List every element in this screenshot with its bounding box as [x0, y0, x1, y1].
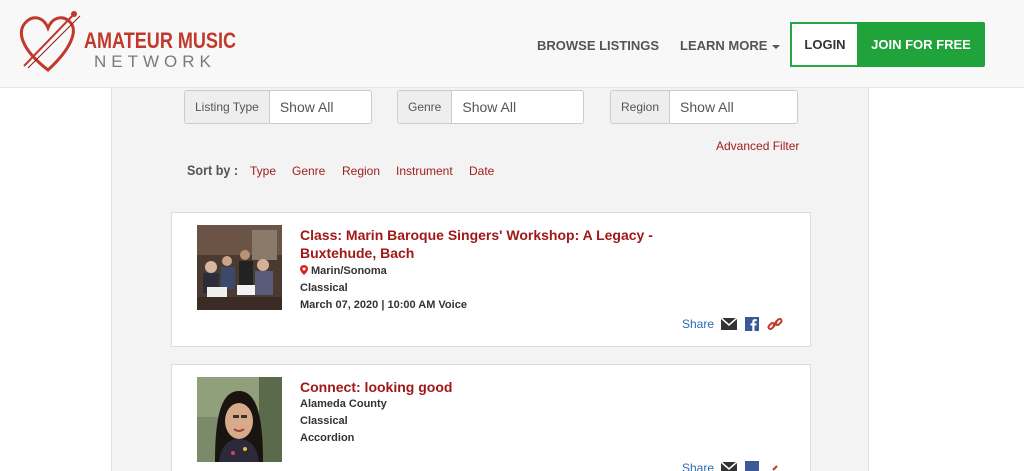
link-icon[interactable]: [767, 317, 783, 331]
nav-browse-listings[interactable]: BROWSE LISTINGS: [537, 38, 659, 53]
listing-genre: Classical: [300, 415, 348, 427]
share-bar: Share: [682, 317, 783, 331]
filter-label: Region: [611, 91, 671, 123]
nav-learn-more-label: LEARN MORE: [680, 38, 768, 53]
listing-location-text: Marin/Sonoma: [311, 265, 387, 277]
filter-select[interactable]: Show All: [270, 91, 371, 123]
sort-type-link[interactable]: Type: [250, 164, 276, 178]
sort-region-link[interactable]: Region: [342, 164, 380, 178]
sort-genre-link[interactable]: Genre: [292, 164, 325, 178]
caret-down-icon: [772, 44, 781, 49]
email-icon[interactable]: [721, 317, 738, 331]
sort-date-link[interactable]: Date: [469, 164, 494, 178]
sort-instrument-link[interactable]: Instrument: [396, 164, 453, 178]
listing-detail: Accordion: [300, 432, 355, 444]
filter-label: Listing Type: [185, 91, 270, 123]
join-button[interactable]: JOIN FOR FREE: [857, 22, 985, 67]
listing-card: Class: Marin Baroque Singers' Workshop: …: [171, 212, 811, 347]
nav-learn-more[interactable]: LEARN MORE: [680, 38, 781, 53]
listing-title[interactable]: Connect: looking good: [300, 378, 670, 396]
filter-region[interactable]: Region Show All: [610, 90, 798, 124]
login-button[interactable]: LOGIN: [790, 22, 858, 67]
listing-genre: Classical: [300, 282, 348, 294]
listing-card: Connect: looking good Alameda County Cla…: [171, 364, 811, 471]
listing-photo[interactable]: [197, 225, 282, 310]
listing-location: Marin/Sonoma: [300, 265, 387, 277]
filter-select[interactable]: Show All: [670, 91, 797, 123]
facebook-icon[interactable]: [744, 461, 760, 471]
listing-location: Alameda County: [300, 398, 387, 410]
logo-title: AMATEUR MUSIC: [84, 28, 236, 53]
filter-label: Genre: [398, 91, 453, 123]
map-pin-icon: [300, 265, 308, 275]
listing-title[interactable]: Class: Marin Baroque Singers' Workshop: …: [300, 226, 670, 262]
share-label[interactable]: Share: [682, 317, 714, 331]
share-label[interactable]: Share: [682, 461, 714, 471]
filter-genre[interactable]: Genre Show All: [397, 90, 584, 124]
filter-select[interactable]: Show All: [452, 91, 583, 123]
logo-subtitle: NETWORK: [94, 52, 216, 71]
site-logo[interactable]: AMATEUR MUSIC NETWORK: [14, 8, 236, 78]
email-icon[interactable]: [721, 461, 738, 471]
advanced-filter-link[interactable]: Advanced Filter: [716, 139, 799, 153]
listing-detail: March 07, 2020 | 10:00 AM Voice: [300, 299, 467, 311]
site-header: AMATEUR MUSIC NETWORK BROWSE LISTINGS LE…: [0, 0, 1024, 88]
facebook-icon[interactable]: [744, 317, 760, 331]
share-bar: Share: [682, 461, 783, 471]
link-icon[interactable]: [767, 461, 783, 471]
filter-listing-type[interactable]: Listing Type Show All: [184, 90, 372, 124]
listing-photo[interactable]: [197, 377, 282, 462]
sort-by-label: Sort by :: [187, 162, 239, 178]
